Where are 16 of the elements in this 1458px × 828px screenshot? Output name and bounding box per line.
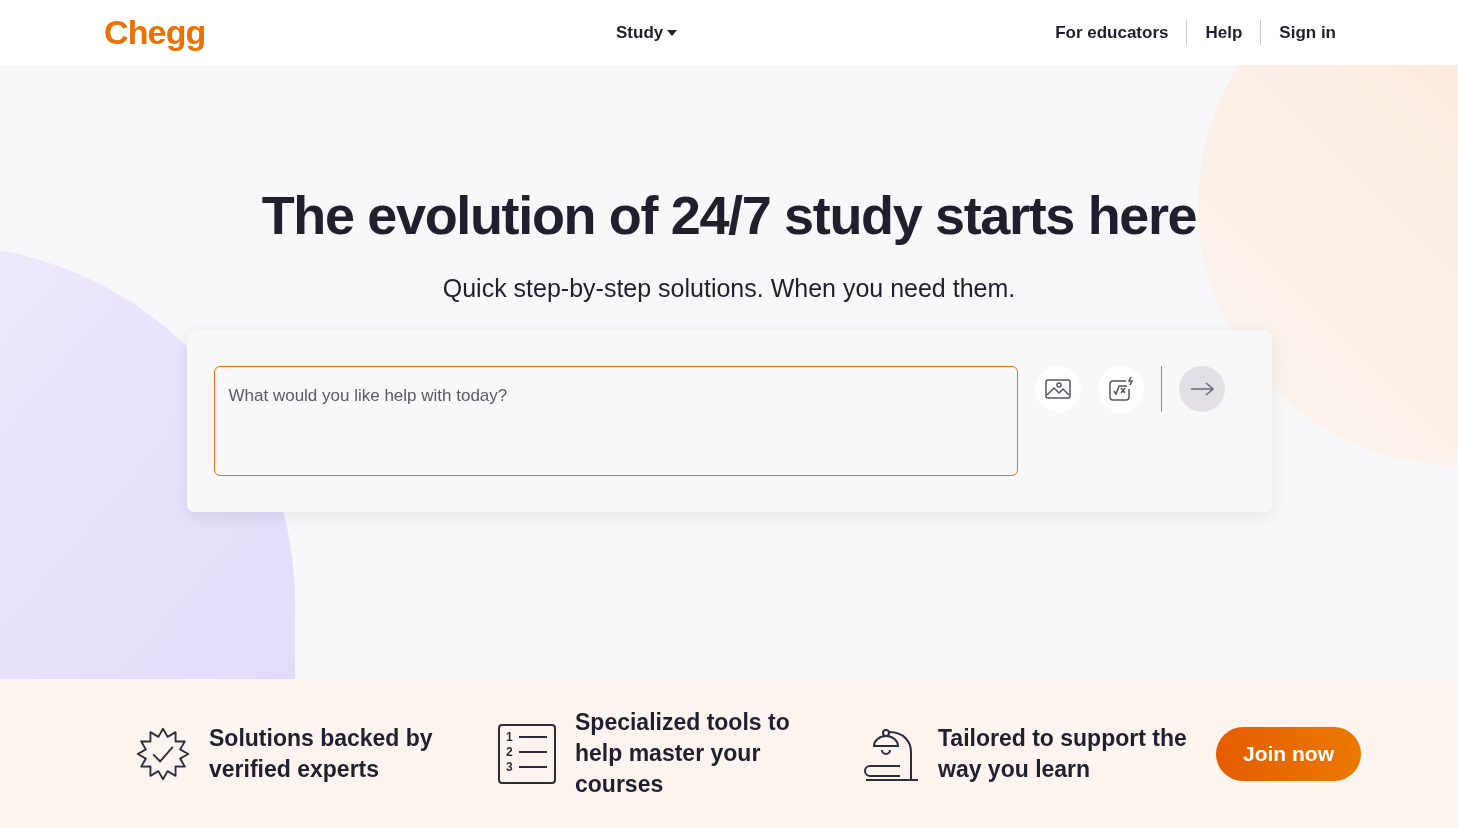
feature-text: Tailored to support the way you learn — [938, 723, 1188, 784]
numbered-list-icon: 1 2 3 — [497, 722, 557, 785]
arrow-right-icon — [1189, 381, 1214, 396]
nav-link[interactable]: For educators — [1037, 19, 1187, 46]
image-icon — [1044, 378, 1071, 399]
square-root-icon — [1107, 375, 1134, 402]
hero-subtitle: Quick step-by-step solutions. When you need them. — [442, 273, 1016, 304]
nav-link[interactable]: Sign in — [1260, 19, 1354, 46]
feature-text: Solutions backed by verified experts — [209, 723, 434, 784]
study-menu[interactable]: Study — [616, 19, 678, 46]
feature-text: Specialized tools to help master your courses — [575, 708, 791, 799]
question-input[interactable]: What would you like help with today? — [213, 365, 1018, 476]
nav-link[interactable]: Help — [1186, 19, 1261, 46]
check-badge-icon — [135, 725, 191, 782]
caret-icon — [667, 29, 678, 36]
hero-title: The evolution of 24/7 study starts here — [261, 184, 1197, 247]
